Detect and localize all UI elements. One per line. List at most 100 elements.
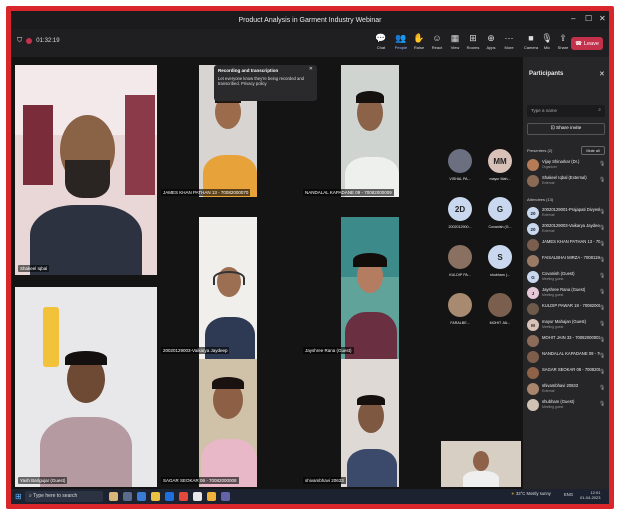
participant-row[interactable]: shubham (Guest) Meeting guest 🎙 <box>527 397 607 414</box>
participant-name: SAGAR SEOKAR 08 - 70082000008 <box>542 367 600 372</box>
participant-name: 20020129001-Prajapati Divyesh <box>542 207 600 212</box>
participant-name: Covanish (Guest) <box>542 271 575 276</box>
store-icon[interactable] <box>165 492 174 501</box>
language-indicator[interactable]: ENG <box>564 492 573 497</box>
thumbnail[interactable]: MM mayur Mah... <box>481 147 519 191</box>
participant-row[interactable]: NANDALAL KAPADANE 09 - 700...🎙 <box>527 349 607 366</box>
participant-name: JAMES KHAN PATHAN 13 - 70082... <box>542 239 600 244</box>
shield-icon: ⛉ <box>17 37 23 44</box>
share-button[interactable]: ⇪ Share <box>553 32 573 50</box>
video-tile[interactable] <box>341 217 399 359</box>
thumbnail[interactable]: FARALBE... <box>441 291 479 335</box>
avatar: S <box>488 245 512 269</box>
leave-button[interactable]: ☎ Leave <box>571 37 603 50</box>
recording-icon <box>26 38 33 44</box>
windows-start-icon[interactable]: ⊞ <box>15 492 22 501</box>
teams-icon[interactable] <box>221 492 230 501</box>
participant-row[interactable]: Shakeel Iqbal (External) External 🎙 <box>527 173 607 190</box>
participant-row[interactable]: JAMES KHAN PATHAN 13 - 70082...🎙 <box>527 237 607 254</box>
avatar: 2D <box>448 197 472 221</box>
chat-icon: 💬 <box>375 33 387 43</box>
self-view[interactable] <box>441 441 521 487</box>
participant-role: Meeting guest <box>542 405 564 409</box>
avatar <box>527 335 539 347</box>
participant-row[interactable]: KULDIP PAWAR 18 - 70082000018🎙 <box>527 301 607 318</box>
mic-icon: 🎙 <box>599 225 606 231</box>
clock[interactable]: 12:01 01-04-2023 <box>580 490 600 500</box>
widget-icon[interactable] <box>109 492 118 501</box>
participant-row[interactable]: Vijay Shinarkar (Dr.) Organizer 🎙 <box>527 157 607 174</box>
avatar: G <box>527 271 539 283</box>
participant-row[interactable]: MOHIT JAIN 33 - 70082000003 🎙 <box>527 333 607 350</box>
video-tile[interactable]: Yash Barlgujar (Guest) <box>15 287 157 487</box>
presenters-header[interactable]: Presenters (2) <box>527 148 552 153</box>
participant-search-input[interactable]: Type a name ⌕ <box>527 105 605 117</box>
hand-icon: ✋ <box>413 33 425 43</box>
more-icon: ⋯ <box>504 33 514 43</box>
rooms-button[interactable]: ⊞ Rooms <box>463 32 483 50</box>
people-button[interactable]: 👥 People <box>391 32 411 50</box>
maximize-icon[interactable]: ☐ <box>585 14 592 23</box>
participant-name: Shakeel Iqbal (External) <box>542 175 587 180</box>
chat-button[interactable]: 💬 Chat <box>371 32 391 50</box>
mic-icon: 🎙 <box>599 257 606 263</box>
participant-name: NANDALAL KAPADANE 09 - 700... <box>542 351 600 356</box>
thumbnail[interactable]: MOHIT JAI... <box>481 291 519 335</box>
more-button[interactable]: ⋯ More <box>499 32 519 50</box>
thumbnail[interactable]: VISHAL PA... <box>441 147 479 191</box>
apps-button[interactable]: ⊕ Apps <box>481 32 501 50</box>
close-icon[interactable]: ✕ <box>599 14 606 23</box>
chrome-icon[interactable] <box>207 492 216 501</box>
taskbar-search-input[interactable]: ⌕ Type here to search <box>25 491 103 502</box>
photos-icon[interactable] <box>193 492 202 501</box>
mic-icon: 🎙 <box>599 241 606 247</box>
thumbnail[interactable]: G Covanish (G... <box>481 195 519 239</box>
mic-icon: 🎙 <box>599 273 606 279</box>
raise-button[interactable]: ✋ Raise <box>409 32 429 50</box>
participant-row[interactable]: Mmayur Mahajan (Guest) Meeting guest 🎙 <box>527 317 607 334</box>
tile-label: Yash Barlgujar (Guest) <box>18 477 68 484</box>
edge-icon[interactable] <box>137 492 146 501</box>
mic-icon: 🎙 <box>599 289 606 295</box>
participant-row[interactable]: SAGAR SEOKAR 08 - 70082000008🎙 <box>527 365 607 382</box>
thumbnail[interactable]: 2D 2002012900... <box>441 195 479 239</box>
mute-all-button[interactable]: Mute all <box>581 146 605 155</box>
close-icon[interactable]: ✕ <box>309 67 313 72</box>
participant-row[interactable]: shivambhavi 20633 External 🎙 <box>527 381 607 398</box>
video-tile[interactable] <box>199 359 257 487</box>
system-tray: ☀ 33°C Mostly sunny <box>511 491 551 496</box>
participant-row[interactable]: J Jayshree Rana (Guest) Meeting guest 🎙 <box>527 285 607 302</box>
participant-role: Organizer <box>542 165 557 169</box>
participant-row[interactable]: FAISALBHAI MIRZA - 70081190... 🎙 <box>527 253 607 270</box>
view-button[interactable]: ▦ View <box>445 32 465 50</box>
phone-icon: ☎ <box>575 40 582 47</box>
minimize-icon[interactable]: – <box>571 14 575 23</box>
avatar: J <box>527 287 539 299</box>
participant-row[interactable]: 20 20020129003-Vaikarya Jaydeep External 🎙 <box>527 221 607 238</box>
avatar <box>488 293 512 317</box>
thumbnail[interactable]: KULDIP PA... <box>441 243 479 287</box>
file-explorer-icon[interactable] <box>151 492 160 501</box>
rooms-icon: ⊞ <box>469 33 477 43</box>
task-view-icon[interactable] <box>123 492 132 501</box>
video-tile[interactable] <box>199 217 257 359</box>
thumbnail[interactable]: S shubham (... <box>481 243 519 287</box>
attendees-header[interactable]: Attendees (13) <box>527 197 553 202</box>
mic-icon: 🎙 <box>599 401 606 407</box>
participant-row[interactable]: G Covanish (Guest) Meeting guest 🎙 <box>527 269 607 286</box>
avatar: 20 <box>527 223 539 235</box>
video-tile[interactable]: Shakeel Iqbal <box>15 65 157 275</box>
react-button[interactable]: ☺ React <box>427 32 447 50</box>
avatar <box>527 383 539 395</box>
mic-icon: 🎙 <box>599 337 606 343</box>
video-tile[interactable] <box>341 359 399 487</box>
participant-role: Meeting guest <box>542 293 564 297</box>
avatar <box>527 399 539 411</box>
video-stage: Shakeel Iqbal JAMES KHAN PATHAN 13 - 700… <box>11 57 523 489</box>
share-invite-button[interactable]: ⊡ Share invite <box>527 123 605 135</box>
close-icon[interactable]: ✕ <box>599 70 605 78</box>
tile-label: JAMES KHAN PATHAN 13 - 70082000070 <box>161 189 251 196</box>
participant-row[interactable]: 20 20020129001-Prajapati Divyesh External 🎙 <box>527 205 607 222</box>
mail-icon[interactable] <box>179 492 188 501</box>
video-tile[interactable] <box>341 65 399 197</box>
